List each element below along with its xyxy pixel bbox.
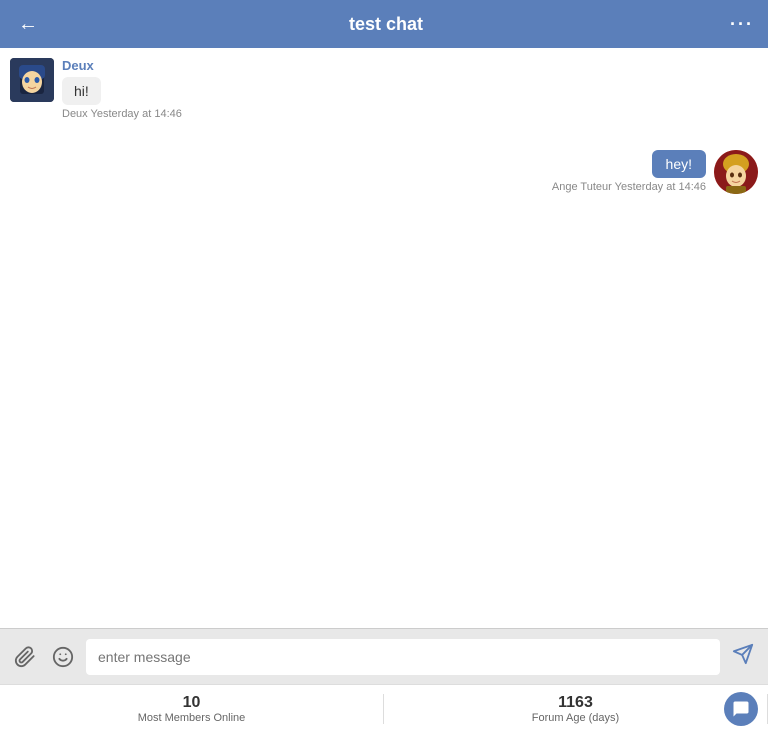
- more-options-button[interactable]: ···: [730, 14, 754, 35]
- message-input[interactable]: [86, 639, 720, 675]
- attachment-button[interactable]: [10, 642, 40, 672]
- message-left: Deux hi! Deux Yesterday at 14:46: [10, 58, 758, 120]
- sender-name-left: Deux: [62, 58, 182, 73]
- avatar-deux: [10, 58, 54, 102]
- message-right: hey! Ange Tuteur Yesterday at 14:46: [10, 150, 758, 194]
- stats-col-age: 1163 Forum Age (days): [384, 694, 768, 724]
- stats-age-label: Forum Age (days): [532, 712, 619, 724]
- stats-age-value: 1163: [558, 694, 593, 712]
- stats-bar: 10 Most Members Online 1163 Forum Age (d…: [0, 684, 768, 732]
- avatar-ange: [714, 150, 758, 194]
- message-left-content: Deux hi! Deux Yesterday at 14:46: [62, 58, 182, 120]
- stats-members-label: Most Members Online: [138, 712, 246, 724]
- chat-area: Deux hi! Deux Yesterday at 14:46 hey! An…: [0, 48, 768, 628]
- stats-members-value: 10: [183, 694, 201, 712]
- chat-title: test chat: [42, 14, 730, 35]
- send-button[interactable]: [728, 639, 758, 675]
- stats-col-members: 10 Most Members Online: [0, 694, 384, 724]
- message-time-right: Ange Tuteur Yesterday at 14:46: [552, 181, 706, 193]
- chat-float-button[interactable]: [724, 692, 758, 726]
- chat-header: ← test chat ···: [0, 0, 768, 48]
- input-bar: [0, 628, 768, 684]
- message-bubble-left: hi!: [62, 77, 101, 105]
- message-right-content: hey! Ange Tuteur Yesterday at 14:46: [552, 150, 706, 193]
- emoji-button[interactable]: [48, 642, 78, 672]
- message-bubble-right: hey!: [652, 150, 706, 178]
- message-time-left: Deux Yesterday at 14:46: [62, 108, 182, 120]
- back-button[interactable]: ←: [14, 9, 42, 40]
